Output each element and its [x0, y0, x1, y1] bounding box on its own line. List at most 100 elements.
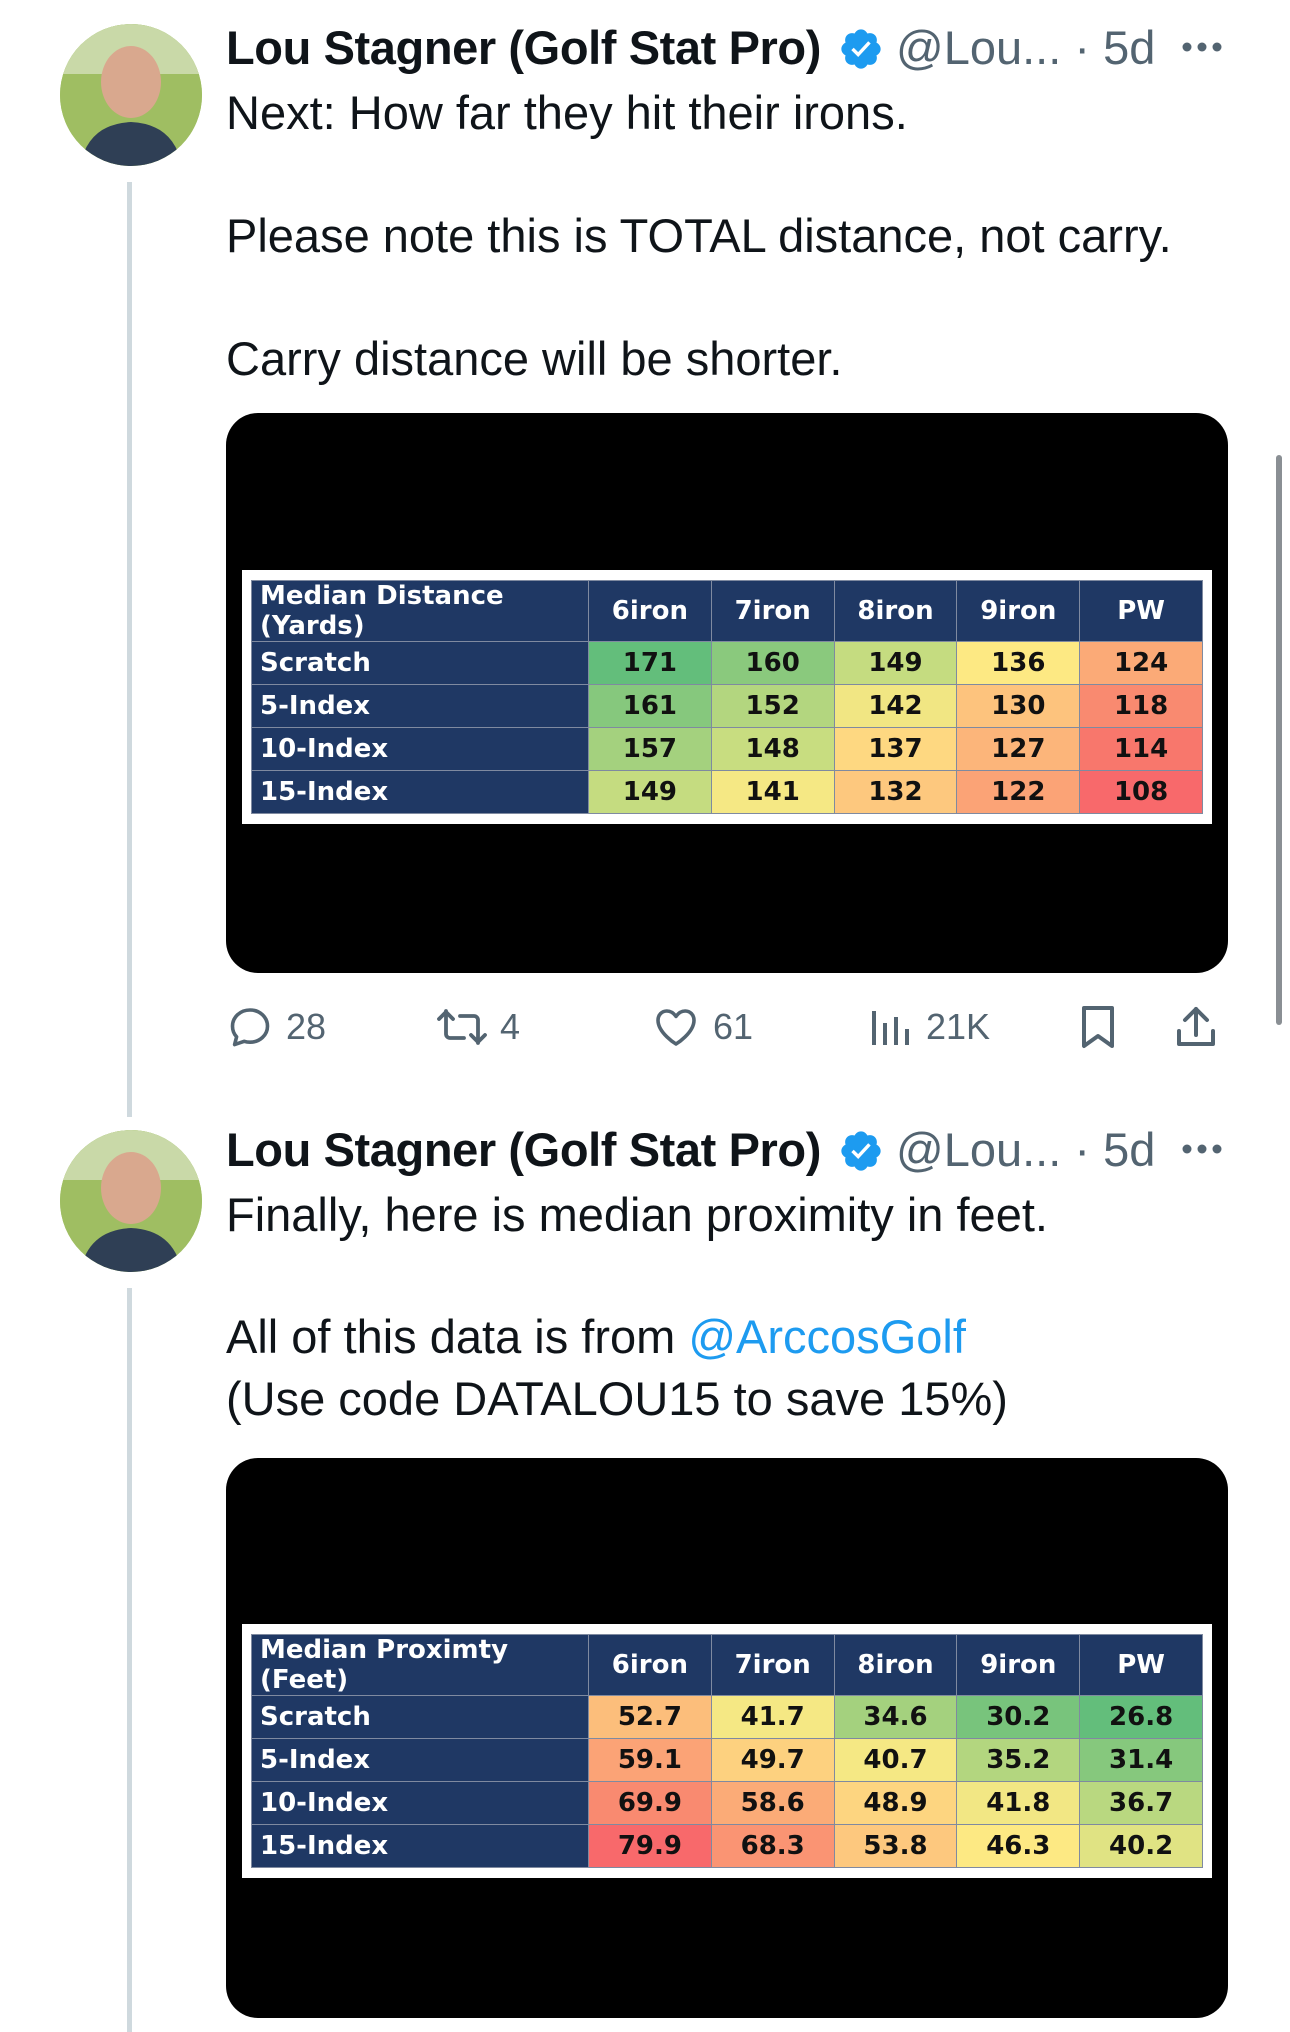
tweet-actions: 28 4 61 21K [226, 997, 1228, 1057]
tweet-image[interactable]: Median Proximty (Feet) 6iron 7iron 8iron 9ir… [226, 1458, 1228, 2018]
reply-count: 28 [286, 1006, 327, 1047]
share-icon [1177, 1007, 1215, 1046]
author-name[interactable]: Lou Stagner (Golf Stat Pro) [226, 1122, 821, 1177]
tweet-text-line: (Use code DATALOU15 to save 15%) [226, 1372, 1008, 1425]
table-row: 5-Index 59.1 49.7 40.7 35.2 31.4 [251, 1738, 1203, 1782]
table-cell: 149 [833, 641, 958, 685]
table-cell: 46.3 [956, 1824, 1081, 1868]
table-cell: 34.6 [833, 1695, 958, 1739]
column-header: 9iron [956, 1634, 1081, 1696]
table-cell: 122 [956, 770, 1081, 814]
author-avatar[interactable] [60, 1130, 202, 1272]
row-label: Scratch [251, 1695, 589, 1739]
row-label: Scratch [251, 641, 589, 685]
table-row: 10-Index 157 148 137 127 114 [251, 727, 1203, 771]
table-cell: 35.2 [956, 1738, 1081, 1782]
repost-button[interactable]: 4 [436, 997, 520, 1057]
reply-button[interactable]: 28 [226, 997, 326, 1057]
tweet-text-line: Next: How far they hit their irons. [226, 86, 908, 139]
table-cell: 59.1 [588, 1738, 712, 1782]
table-header-row: Median Proximty (Feet) 6iron 7iron 8iron 9ir… [251, 1634, 1203, 1696]
table-row: Scratch 52.7 41.7 34.6 30.2 26.8 [251, 1695, 1203, 1739]
more-options-icon[interactable] [1180, 40, 1224, 54]
table-cell: 40.2 [1079, 1824, 1203, 1868]
table-cell: 58.6 [710, 1781, 835, 1825]
tweet-text-line: Please note this is TOTAL distance, not … [226, 209, 1172, 262]
table-cell: 36.7 [1079, 1781, 1203, 1825]
verified-badge-icon [841, 29, 881, 69]
table-cell: 161 [588, 684, 712, 728]
views-button[interactable]: 21K [866, 997, 990, 1057]
table-cell: 79.9 [588, 1824, 712, 1868]
table-cell: 130 [956, 684, 1081, 728]
row-label: 15-Index [251, 770, 589, 814]
tweet-image[interactable]: Median Distance (Yards) 6iron 7iron 8iron 9i… [226, 413, 1228, 973]
bookmark-icon [1082, 1006, 1114, 1048]
mention-link[interactable]: @ArccosGolf [688, 1310, 966, 1363]
author-name[interactable]: Lou Stagner (Golf Stat Pro) [226, 20, 821, 75]
table-cell: 148 [710, 727, 835, 771]
author-handle[interactable]: @Lou... [896, 1123, 1061, 1176]
column-header: 7iron [710, 1634, 835, 1696]
table-cell: 49.7 [710, 1738, 835, 1782]
thread-line [127, 1288, 132, 2032]
share-button[interactable] [1172, 997, 1220, 1057]
table-cell: 68.3 [710, 1824, 835, 1868]
table-cell: 171 [588, 641, 712, 685]
tweet-text-line: Carry distance will be shorter. [226, 332, 843, 385]
reply-icon [230, 1008, 270, 1047]
column-header: PW [1079, 580, 1203, 642]
tweet-time[interactable]: · 5d [1074, 1123, 1155, 1176]
table-title: Median Distance (Yards) [251, 580, 589, 642]
table-cell: 53.8 [833, 1824, 958, 1868]
distance-table-frame: Median Distance (Yards) 6iron 7iron 8iron 9i… [242, 570, 1212, 824]
bookmark-button[interactable] [1076, 997, 1120, 1057]
column-header: PW [1079, 1634, 1203, 1696]
column-header: 7iron [710, 580, 835, 642]
table-cell: 31.4 [1079, 1738, 1203, 1782]
views-icon [872, 1011, 909, 1045]
more-options-icon[interactable] [1180, 1142, 1224, 1156]
table-title: Median Proximty (Feet) [251, 1634, 589, 1696]
column-header: 8iron [833, 1634, 958, 1696]
table-cell: 149 [588, 770, 712, 814]
row-label: 10-Index [251, 727, 589, 771]
author-avatar[interactable] [60, 24, 202, 166]
row-label: 10-Index [251, 1781, 589, 1825]
table-cell: 41.8 [956, 1781, 1081, 1825]
tweet-2[interactable]: Lou Stagner (Golf Stat Pro) @Lou... · 5d… [0, 1100, 1290, 2032]
table-row: Scratch 171 160 149 136 124 [251, 641, 1203, 685]
verified-badge-icon [841, 1131, 881, 1171]
author-handle[interactable]: @Lou... [896, 21, 1061, 74]
table-cell: 48.9 [833, 1781, 958, 1825]
column-header: 8iron [833, 580, 958, 642]
scrollbar[interactable] [1276, 455, 1282, 1025]
table-cell: 40.7 [833, 1738, 958, 1782]
like-button[interactable]: 61 [651, 997, 753, 1057]
table-cell: 141 [710, 770, 835, 814]
table-cell: 41.7 [710, 1695, 835, 1739]
repost-count: 4 [500, 1006, 521, 1047]
table-cell: 118 [1079, 684, 1203, 728]
table-cell: 26.8 [1079, 1695, 1203, 1739]
table-cell: 152 [710, 684, 835, 728]
table-cell: 136 [956, 641, 1081, 685]
table-row: 5-Index 161 152 142 130 118 [251, 684, 1203, 728]
table-cell: 157 [588, 727, 712, 771]
table-row: 10-Index 69.9 58.6 48.9 41.8 36.7 [251, 1781, 1203, 1825]
table-header-row: Median Distance (Yards) 6iron 7iron 8iron 9i… [251, 580, 1203, 642]
table-cell: 132 [833, 770, 958, 814]
tweet-text-line: Finally, here is median proximity in fee… [226, 1188, 1048, 1241]
row-label: 5-Index [251, 1738, 589, 1782]
column-header: 6iron [588, 1634, 712, 1696]
table-row: 15-Index 149 141 132 122 108 [251, 770, 1203, 814]
table-cell: 142 [833, 684, 958, 728]
table-cell: 160 [710, 641, 835, 685]
tweet-text-line: All of this data is from @ArccosGolf [226, 1306, 966, 1368]
tweet-text: All of this data is from [226, 1310, 689, 1363]
tweet-time[interactable]: · 5d [1074, 21, 1155, 74]
table-cell: 137 [833, 727, 958, 771]
table-cell: 114 [1079, 727, 1203, 771]
column-header: 6iron [588, 580, 712, 642]
tweet-1[interactable]: Lou Stagner (Golf Stat Pro) @Lou... · 5d… [0, 0, 1290, 1117]
